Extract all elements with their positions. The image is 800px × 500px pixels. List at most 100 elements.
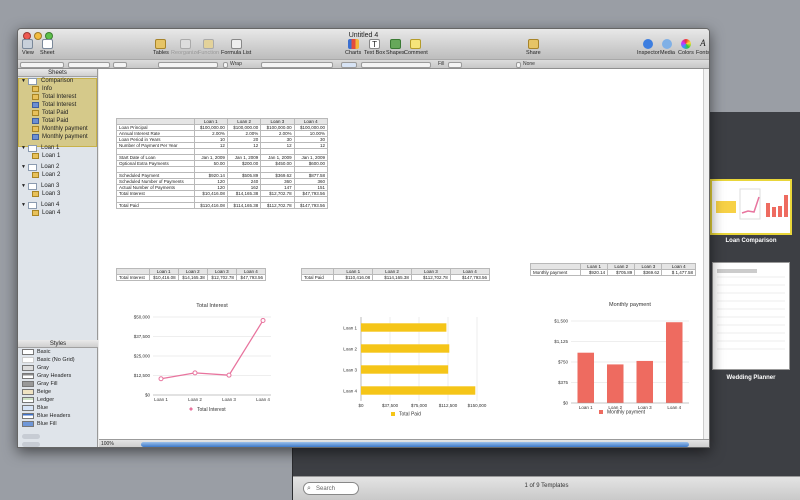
value-cell[interactable]: $705.89 — [607, 269, 636, 276]
style-popup[interactable] — [20, 62, 64, 68]
monthly-payment-table[interactable]: Loan 1 Loan 2 Loan 3 Loan 4 Monthly payment $… — [529, 263, 696, 276]
sheet-item-total-interest-table[interactable]: Total Interest — [18, 93, 97, 101]
value-cell[interactable]: $112,702.78 — [410, 274, 451, 281]
value-cell[interactable]: $100,000.00 — [226, 124, 262, 131]
shapes-button[interactable]: Shapes — [386, 39, 405, 56]
sidebar-button-1[interactable] — [22, 434, 40, 439]
font-size-field[interactable] — [113, 62, 127, 68]
styles-pane: Styles Basic Basic (No Grid) Gray Gray H… — [18, 340, 98, 428]
style-blue-headers[interactable]: Blue Headers — [18, 412, 98, 420]
style-blue-fill[interactable]: Blue Fill — [18, 420, 98, 428]
template-thumb-loan-comparison[interactable] — [710, 179, 792, 235]
row-label-cell[interactable]: Monthly payment — [529, 269, 582, 276]
row-label-cell[interactable]: Total Interest — [116, 274, 150, 281]
item-label: Total Interest — [42, 102, 77, 108]
style-basic-no-grid[interactable]: Basic (No Grid) — [18, 356, 98, 364]
sheet-loan-2[interactable]: ▼ Loan 2 — [18, 163, 97, 171]
sheet-loan-4[interactable]: ▼ Loan 4 — [18, 201, 97, 209]
total-paid-table[interactable]: Loan 1 Loan 2 Loan 3 Loan 4 Total Paid $110,4… — [300, 268, 491, 281]
inspector-button[interactable]: Inspector — [637, 39, 660, 56]
function-button[interactable]: Function — [198, 39, 219, 56]
value-cell[interactable]: $147,793.56 — [293, 202, 329, 209]
value-cell[interactable]: $12,702.78 — [206, 274, 237, 281]
sheet-button[interactable]: Sheet — [40, 39, 54, 56]
row-label-cell[interactable]: Total Paid — [300, 274, 335, 281]
text-box-button[interactable]: T Text Box — [364, 39, 385, 56]
value-cell[interactable]: $100,000.00 — [293, 124, 329, 131]
sheet-item-loan-3[interactable]: Loan 3 — [18, 190, 97, 198]
sheet-loan-1[interactable]: ▼ Loan 1 — [18, 144, 97, 152]
value-cell[interactable]: $369.62 — [634, 269, 663, 276]
total-paid-chart[interactable]: $0 $37,500 $75,000 $112,500 $150,000 Loan 1 Lo… — [329, 295, 489, 417]
style-gray-headers[interactable]: Gray Headers — [18, 372, 98, 380]
wrap-checkbox[interactable] — [223, 62, 228, 68]
template-label-wedding-planner: Wedding Planner — [726, 375, 776, 381]
colors-button[interactable]: Colors — [678, 39, 694, 56]
style-blue[interactable]: Blue — [18, 404, 98, 412]
sheet-loan-3[interactable]: ▼ Loan 3 — [18, 182, 97, 190]
sheet-item-total-paid-chart[interactable]: Total Paid — [18, 117, 97, 125]
style-beige[interactable]: Beige — [18, 388, 98, 396]
value-cell[interactable]: $114,165.38 — [226, 202, 262, 209]
chart-icon — [32, 102, 39, 108]
style-swatch — [22, 381, 34, 387]
value-cell[interactable]: $100,000.00 — [193, 124, 228, 131]
legend-label: Monthly payment — [607, 410, 646, 416]
loan-info-table[interactable]: Loan 1 Loan 2 Loan 3 Loan 4 Loan Principal $1… — [116, 118, 329, 209]
vertical-scrollbar[interactable] — [703, 69, 709, 439]
style-ledger[interactable]: Ledger — [18, 396, 98, 404]
cell-border-popup[interactable] — [341, 62, 357, 68]
style-basic[interactable]: Basic — [18, 348, 98, 356]
value-cell[interactable]: $ 1,477.58 — [661, 269, 696, 276]
none-checkbox[interactable] — [516, 62, 521, 68]
sheet-item-monthly-payment-table[interactable]: Monthly payment — [18, 125, 97, 133]
y-tick-label: Loan 1 — [343, 326, 357, 331]
number-format-buttons[interactable] — [261, 62, 333, 68]
row-label-cell[interactable]: Total Paid — [116, 202, 195, 209]
sheet-item-info[interactable]: Info — [18, 85, 97, 93]
sheet-label: Sheet — [40, 50, 55, 56]
total-interest-table[interactable]: Loan 1 Loan 2 Loan 3 Loan 4 Total Interest $1… — [116, 268, 267, 281]
sheet-item-total-interest-chart[interactable]: Total Interest — [18, 101, 97, 109]
fill-color-well[interactable] — [448, 62, 462, 68]
template-thumb-wedding-planner[interactable] — [712, 262, 790, 370]
tables-button[interactable]: Tables — [153, 39, 169, 56]
media-button[interactable]: Media — [660, 39, 675, 56]
total-interest-chart[interactable]: Total Interest $0 $12,500 $25,000 $37,500 $50… — [119, 295, 279, 417]
sidebar-button-2[interactable] — [22, 442, 40, 447]
value-cell[interactable]: $110,416.08 — [193, 202, 228, 209]
style-gray-fill[interactable]: Gray Fill — [18, 380, 98, 388]
table-row: Total Paid $110,416.08 $114,165.38 $112,702… — [116, 202, 329, 209]
row-label-cell[interactable]: Scheduled Number of Payments — [116, 178, 195, 185]
value-cell[interactable]: $47,793.56 — [235, 274, 267, 281]
sheet-item-loan-2[interactable]: Loan 2 — [18, 171, 97, 179]
value-cell[interactable]: $10,416.08 — [148, 274, 179, 281]
text-style-buttons[interactable] — [158, 62, 218, 68]
value-cell[interactable]: $920.14 — [580, 269, 609, 276]
monthly-payment-chart[interactable]: Monthly payment $0 $375 $750 $1,125 $1,500 Loa… — [539, 293, 704, 417]
font-family-popup[interactable] — [68, 62, 110, 68]
sheet-comparison[interactable]: ▼ Comparison — [18, 77, 97, 85]
sheet-item-loan-4[interactable]: Loan 4 — [18, 209, 97, 217]
style-swatch — [22, 405, 34, 411]
comment-button[interactable]: Comment — [404, 39, 428, 56]
value-cell[interactable]: $112,702.78 — [260, 202, 295, 209]
charts-button[interactable]: Charts — [345, 39, 361, 56]
sheet-item-monthly-payment-chart[interactable]: Monthly payment — [18, 133, 97, 141]
view-button[interactable]: View — [22, 39, 34, 56]
value-cell[interactable]: $14,165.38 — [177, 274, 208, 281]
value-cell[interactable]: $147,793.56 — [449, 274, 491, 281]
share-button[interactable]: Share — [526, 39, 541, 56]
zoom-level[interactable]: 100% — [101, 441, 114, 447]
sheet-item-loan-1[interactable]: Loan 1 — [18, 152, 97, 160]
style-gray[interactable]: Gray — [18, 364, 98, 372]
formula-list-button[interactable]: Formula List — [221, 39, 251, 56]
border-controls[interactable] — [361, 62, 431, 68]
reorganize-button[interactable]: Reorganize — [171, 39, 199, 56]
value-cell[interactable]: $110,416.08 — [333, 274, 374, 281]
sheet-item-total-paid-table[interactable]: Total Paid — [18, 109, 97, 117]
fonts-button[interactable]: A Fonts — [696, 39, 709, 57]
horizontal-scrollbar[interactable] — [141, 442, 689, 447]
value-cell[interactable]: $114,165.38 — [372, 274, 412, 281]
sheet-canvas[interactable]: Loan 1 Loan 2 Loan 3 Loan 4 Loan Principal $1… — [99, 69, 709, 439]
